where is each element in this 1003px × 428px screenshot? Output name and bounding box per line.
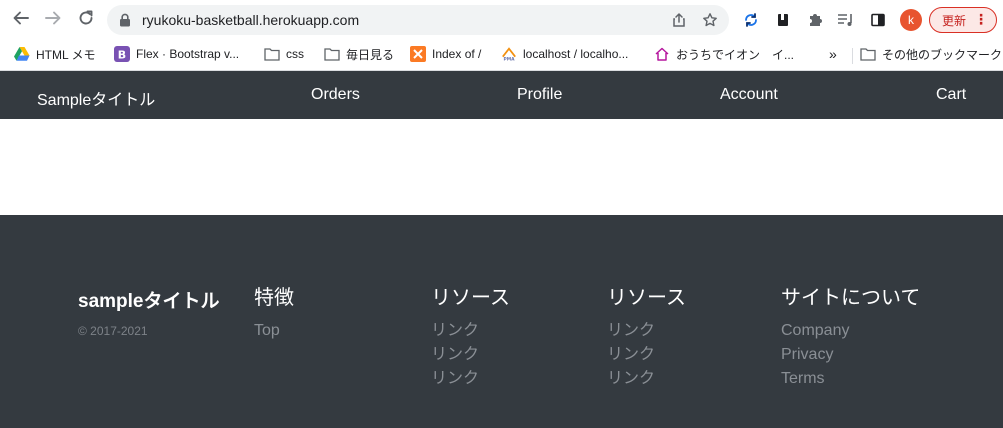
back-arrow-icon <box>12 9 30 32</box>
url-text: ryukoku-basketball.herokuapp.com <box>142 12 360 28</box>
back-button[interactable] <box>9 8 33 32</box>
forward-button[interactable] <box>41 8 65 32</box>
bootstrap-icon: B <box>114 46 130 62</box>
address-bar[interactable]: ryukoku-basketball.herokuapp.com <box>107 5 729 35</box>
bookmark-html-memo[interactable]: HTML メモ <box>14 44 96 64</box>
bookmarks-bar: HTML メモ B Flex · Bootstrap v... css 毎日見る… <box>0 39 1003 71</box>
reload-button[interactable] <box>74 8 98 32</box>
footer-column-features: 特徴 Top <box>254 286 294 343</box>
bookmark-label: 毎日見る <box>346 47 395 62</box>
footer-brand-column: sampleタイトル © 2017-2021 <box>78 286 219 338</box>
footer-link[interactable]: リンク <box>431 343 510 367</box>
xampp-icon <box>410 46 426 62</box>
bookmark-label: Index of / <box>432 47 482 61</box>
update-label: 更新 <box>942 13 967 28</box>
sync-extension-icon[interactable] <box>741 10 761 30</box>
footer-brand: sampleタイトル <box>78 291 220 312</box>
bookmark-daily-folder[interactable]: 毎日見る <box>324 44 394 64</box>
update-button[interactable]: 更新 ⋮ <box>929 7 997 33</box>
main-content <box>0 119 1003 215</box>
profile-avatar[interactable]: k <box>900 9 922 31</box>
bookmark-css-folder[interactable]: css <box>264 44 304 64</box>
nav-link-account[interactable]: Account <box>720 86 778 104</box>
svg-text:PMA: PMA <box>503 57 515 62</box>
footer-copyright: © 2017-2021 <box>78 324 148 338</box>
house-icon <box>654 46 670 62</box>
google-drive-icon <box>14 46 30 62</box>
more-menu-icon[interactable]: ⋮ <box>974 12 988 26</box>
forward-arrow-icon <box>44 9 62 32</box>
footer-link[interactable]: リンク <box>607 367 686 391</box>
footer-link[interactable]: リンク <box>607 319 686 343</box>
bookmark-label: その他のブックマーク <box>882 47 1003 62</box>
bookmark-label: おうちでイオン イ... <box>676 47 795 62</box>
footer-link-terms[interactable]: Terms <box>781 367 920 391</box>
footer-link-privacy[interactable]: Privacy <box>781 343 920 367</box>
footer-link[interactable]: リンク <box>431 319 510 343</box>
footer-link-top[interactable]: Top <box>254 319 294 343</box>
avatar-letter: k <box>908 13 914 27</box>
site-navbar: Sampleタイトル Orders Profile Account Cart <box>0 71 1003 119</box>
footer-column-heading: リソース <box>431 287 510 309</box>
footer-link-company[interactable]: Company <box>781 319 920 343</box>
reading-list-icon[interactable] <box>773 10 793 30</box>
reload-icon <box>77 9 95 32</box>
folder-icon <box>860 46 876 62</box>
footer-column-heading: リソース <box>607 287 686 309</box>
footer-link[interactable]: リンク <box>431 367 510 391</box>
folder-icon <box>264 46 280 62</box>
extensions-puzzle-icon[interactable] <box>805 10 825 30</box>
bookmark-label: localhost / localho... <box>523 47 629 61</box>
bookmarks-divider <box>852 48 853 64</box>
phpmyadmin-icon: PMA <box>501 46 517 62</box>
folder-icon <box>324 46 340 62</box>
footer-column-resources-2: リソース リンク リンク リンク <box>607 286 686 391</box>
footer-column-heading: サイトについて <box>781 287 921 309</box>
bookmark-index-of[interactable]: Index of / <box>410 44 481 64</box>
navbar-brand-link[interactable]: Sampleタイトル <box>37 86 155 110</box>
share-icon[interactable] <box>670 11 688 29</box>
bookmark-phpmyadmin[interactable]: PMA localhost / localho... <box>501 44 628 64</box>
side-panel-icon[interactable] <box>868 10 888 30</box>
footer-column-about: サイトについて Company Privacy Terms <box>781 286 920 391</box>
nav-link-profile[interactable]: Profile <box>517 86 562 104</box>
overflow-chevron-icon: » <box>829 46 837 62</box>
site-footer: sampleタイトル © 2017-2021 特徴 Top リソース リンク リ… <box>0 215 1003 428</box>
bookmark-label: Flex · Bootstrap v... <box>136 47 240 61</box>
footer-link[interactable]: リンク <box>607 343 686 367</box>
other-bookmarks-folder[interactable]: その他のブックマーク <box>860 44 1002 64</box>
media-control-icon[interactable] <box>836 10 856 30</box>
nav-link-cart[interactable]: Cart <box>936 86 966 104</box>
nav-link-orders[interactable]: Orders <box>311 86 360 104</box>
bookmark-label: css <box>286 47 304 61</box>
bookmark-label: HTML メモ <box>36 47 96 62</box>
lock-icon <box>119 13 131 32</box>
bookmark-star-icon[interactable] <box>701 11 719 29</box>
browser-toolbar: ryukoku-basketball.herokuapp.com k 更新 ⋮ <box>0 0 1003 39</box>
bookmarks-overflow-button[interactable]: » <box>829 44 837 64</box>
svg-text:B: B <box>118 49 126 62</box>
bookmark-bootstrap-flex[interactable]: B Flex · Bootstrap v... <box>114 44 239 64</box>
footer-column-heading: 特徴 <box>254 287 294 309</box>
bookmark-aeon[interactable]: おうちでイオン イ... <box>654 44 794 64</box>
footer-column-resources-1: リソース リンク リンク リンク <box>431 286 510 391</box>
